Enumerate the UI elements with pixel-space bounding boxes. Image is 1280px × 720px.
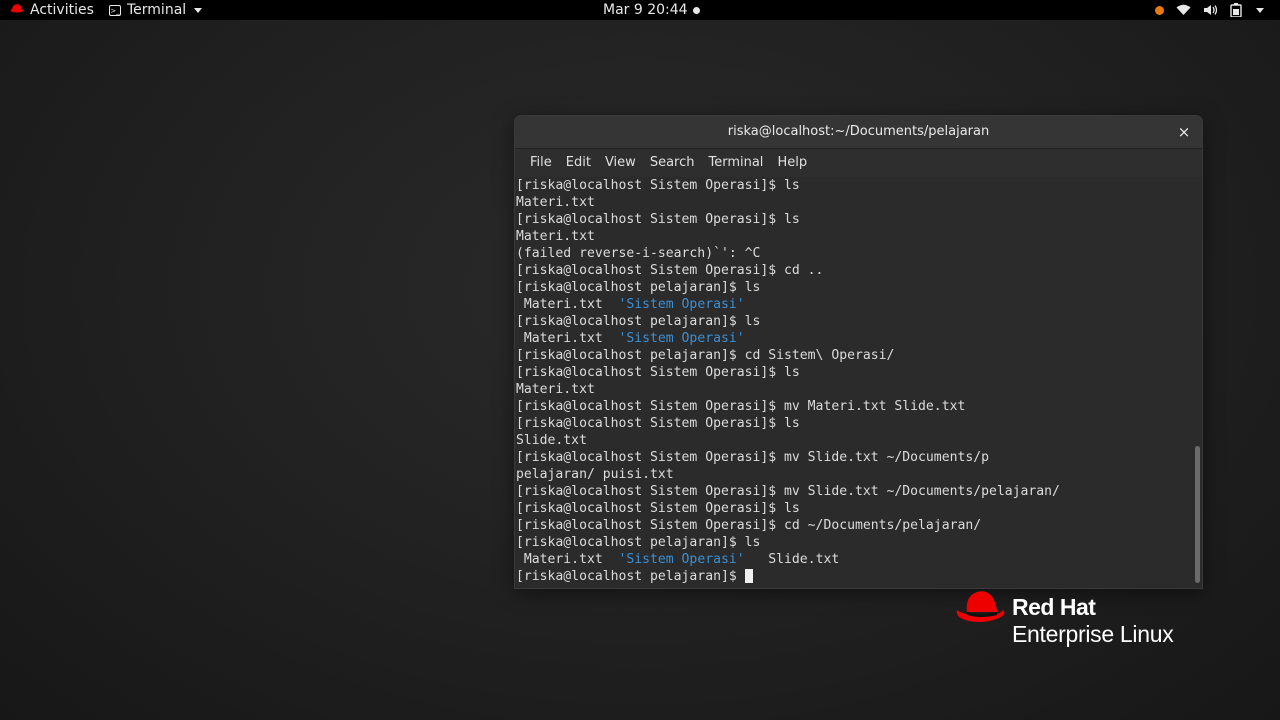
terminal-text: Materi.txt [516,552,619,567]
terminal-text: Materi.txt [516,229,595,244]
terminal-text: [riska@localhost pelajaran]$ ls [516,280,761,295]
terminal-text: Slide.txt [744,552,840,567]
brand-line-1: Red Hat [1012,594,1096,620]
activities-button[interactable]: Activities [10,0,94,20]
terminal-text: Slide.txt [516,433,587,448]
notification-dot-icon [692,6,700,14]
terminal-line: [riska@localhost Sistem Operasi]$ ls [516,177,1193,194]
menu-view[interactable]: View [598,149,643,177]
terminal-text: [riska@localhost pelajaran]$ ls [516,535,761,550]
terminal-text: [riska@localhost pelajaran]$ [516,569,745,584]
terminal-text: (failed reverse-i-search)`': ^C [516,246,761,261]
directory-name: 'Sistem Operasi' [618,331,745,346]
clock-label: Mar 9 20:44 [603,2,688,18]
chevron-down-icon [194,7,203,13]
directory-name: 'Sistem Operasi' [618,552,745,567]
close-icon[interactable]: × [1176,116,1192,148]
top-bar: Activities >_ Terminal Mar 9 20:44 [0,0,1280,20]
terminal-line: Materi.txt [516,228,1193,245]
terminal-line: [riska@localhost Sistem Operasi]$ ls [516,415,1193,432]
redhat-fedora-icon [10,0,24,20]
terminal-text: Materi.txt [516,297,619,312]
terminal-output[interactable]: [riska@localhost Sistem Operasi]$ ls Mate… [515,177,1193,588]
window-titlebar[interactable]: riska@localhost:~/Documents/pelajaran × [515,116,1202,149]
terminal-app-icon: >_ [109,4,121,16]
clock[interactable]: Mar 9 20:44 [603,0,700,20]
terminal-line: [riska@localhost Sistem Operasi]$ cd ~/D… [516,517,1193,534]
redhat-enterprise-linux-logo: Red Hat Enterprise Linux [955,588,1205,652]
terminal-menubar: File Edit View Search Terminal Help [515,149,1202,177]
terminal-line: [riska@localhost Sistem Operasi]$ ls [516,364,1193,381]
menu-help[interactable]: Help [770,149,814,177]
terminal-line: Materi.txt [516,381,1193,398]
terminal-line: Materi.txt [516,194,1193,211]
recording-indicator-icon [1155,5,1164,15]
scrollbar-thumb[interactable] [1195,446,1200,583]
window-title: riska@localhost:~/Documents/pelajaran [727,124,990,139]
terminal-line: Slide.txt [516,432,1193,449]
terminal-text: [riska@localhost Sistem Operasi]$ ls [516,365,800,380]
terminal-text: Materi.txt [516,382,595,397]
terminal-line: [riska@localhost Sistem Operasi]$ ls [516,211,1193,228]
terminal-line: [riska@localhost Sistem Operasi]$ mv Sli… [516,449,1193,466]
menu-edit[interactable]: Edit [559,149,598,177]
terminal-line: Materi.txt 'Sistem Operasi' [516,296,1193,313]
terminal-line: pelajaran/ puisi.txt [516,466,1193,483]
battery-icon [1230,3,1242,17]
menu-terminal[interactable]: Terminal [701,149,770,177]
terminal-text: [riska@localhost Sistem Operasi]$ ls [516,212,800,227]
terminal-text: [riska@localhost pelajaran]$ cd Sistem\ … [516,348,895,363]
terminal-line: [riska@localhost pelajaran]$ cd Sistem\ … [516,347,1193,364]
redhat-hat-icon [956,591,1005,622]
terminal-line: [riska@localhost Sistem Operasi]$ ls [516,500,1193,517]
volume-icon [1203,4,1218,16]
terminal-text: Materi.txt [516,195,595,210]
text-cursor [744,568,753,583]
terminal-text: Materi.txt [516,331,619,346]
terminal-line: Materi.txt 'Sistem Operasi' Slide.txt [516,551,1193,568]
terminal-text: [riska@localhost Sistem Operasi]$ mv Sli… [516,450,989,465]
directory-name: 'Sistem Operasi' [618,297,745,312]
terminal-text: [riska@localhost Sistem Operasi]$ ls [516,178,800,193]
terminal-line: [riska@localhost Sistem Operasi]$ mv Mat… [516,398,1193,415]
menu-search[interactable]: Search [643,149,702,177]
terminal-text: [riska@localhost Sistem Operasi]$ ls [516,501,800,516]
terminal-line: [riska@localhost pelajaran]$ ls [516,534,1193,551]
terminal-text: [riska@localhost Sistem Operasi]$ cd ~/D… [516,518,982,533]
terminal-text: pelajaran/ puisi.txt [516,467,674,482]
terminal-window[interactable]: riska@localhost:~/Documents/pelajaran × … [515,116,1202,588]
terminal-line: [riska@localhost pelajaran]$ [516,568,1193,585]
terminal-text: [riska@localhost Sistem Operasi]$ mv Sli… [516,484,1060,499]
wifi-icon [1176,4,1191,16]
app-menu-terminal[interactable]: >_ Terminal [109,0,203,20]
menu-file[interactable]: File [523,149,559,177]
terminal-line: [riska@localhost Sistem Operasi]$ mv Sli… [516,483,1193,500]
system-menu-chevron-icon [1254,7,1264,13]
desktop-background: Activities >_ Terminal Mar 9 20:44 riska… [0,0,1280,720]
terminal-line: [riska@localhost pelajaran]$ ls [516,279,1193,296]
system-tray[interactable] [1155,0,1264,20]
terminal-text: [riska@localhost Sistem Operasi]$ ls [516,416,800,431]
terminal-line: [riska@localhost pelajaran]$ ls [516,313,1193,330]
terminal-line: [riska@localhost Sistem Operasi]$ cd .. [516,262,1193,279]
activities-label: Activities [30,2,94,18]
terminal-text: [riska@localhost pelajaran]$ ls [516,314,761,329]
app-menu-label: Terminal [127,2,187,18]
terminal-text: [riska@localhost Sistem Operasi]$ cd .. [516,263,824,278]
terminal-line: (failed reverse-i-search)`': ^C [516,245,1193,262]
terminal-text: [riska@localhost Sistem Operasi]$ mv Mat… [516,399,966,414]
terminal-line: Materi.txt 'Sistem Operasi' [516,330,1193,347]
brand-line-2: Enterprise Linux [1012,621,1174,647]
